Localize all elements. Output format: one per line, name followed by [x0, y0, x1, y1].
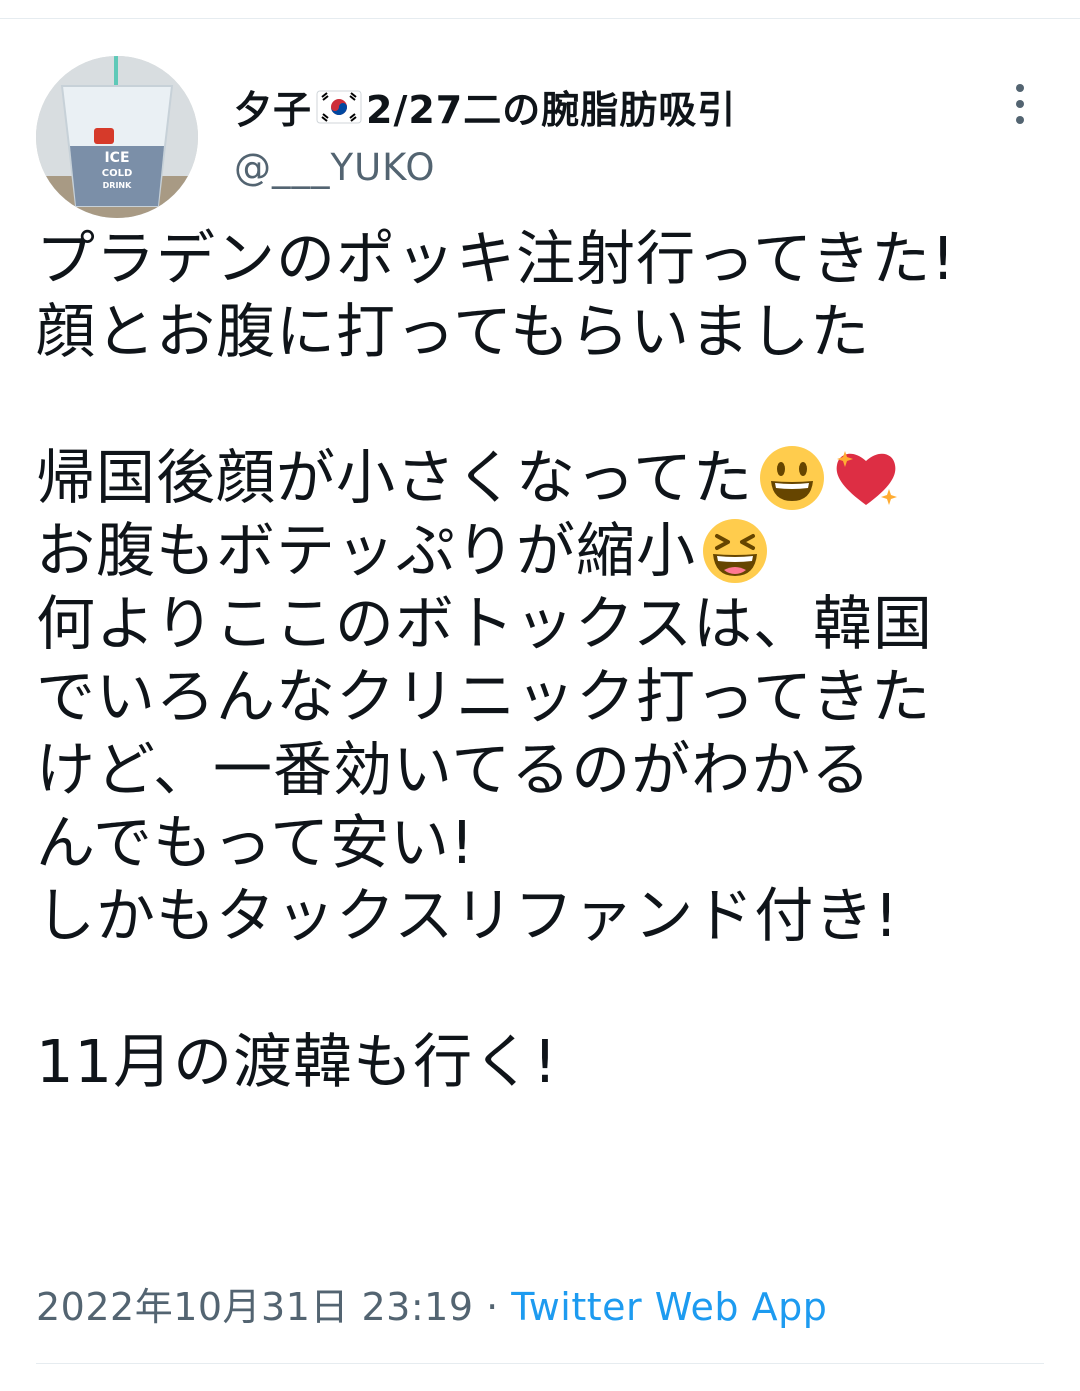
more-dot-icon — [1016, 100, 1024, 108]
display-name[interactable]: 夕子 2/27二の腕脂肪吸引 — [234, 80, 736, 132]
avatar-text-cold: COLD — [102, 168, 133, 179]
tweet-line: 顔とお腹に打ってもらいました — [36, 297, 871, 366]
laughing-face-emoji — [700, 516, 770, 586]
tweet-line: 11月の渡韓も行く! — [36, 1027, 558, 1096]
tweet-line: しかもタックスリファンド付き! — [36, 881, 899, 950]
tweet-line-with-emoji: お腹もボテッぷりが縮小 — [36, 514, 1056, 587]
tweet-line-text: 帰国後顔が小さくなってた — [36, 443, 754, 512]
bottom-divider — [36, 1363, 1044, 1364]
tweet-line: んでもって安い! — [36, 808, 475, 877]
south-korea-flag-icon — [316, 89, 362, 124]
avatar[interactable]: ICE COLD DRINK — [36, 56, 198, 218]
avatar-cup-image: ICE COLD DRINK — [36, 56, 198, 218]
top-divider — [0, 18, 1080, 19]
tweet-line: けど、一番効いてるのがわかる — [36, 735, 872, 804]
more-dot-icon — [1016, 116, 1024, 124]
sparkling-heart-emoji — [831, 443, 901, 513]
tweet-line: でいろんなクリニック打ってきた — [36, 662, 932, 731]
avatar-text-ice: ICE — [104, 150, 129, 166]
display-name-prefix: 夕子 — [234, 87, 313, 132]
more-dot-icon — [1016, 84, 1024, 92]
tweet-line: プラデンのポッキ注射行ってきた! — [36, 224, 956, 293]
grinning-face-emoji — [757, 443, 827, 513]
tweet-timestamp[interactable]: 2022年10月31日 23:19 — [36, 1285, 474, 1329]
tweet-line: 何よりここのボトックスは、韓国 — [36, 589, 934, 658]
user-handle[interactable]: @___YUKO — [234, 146, 436, 189]
meta-separator: · — [473, 1285, 512, 1329]
tweet-line-with-emoji: 帰国後顔が小さくなってた — [36, 441, 1056, 514]
tweet-line-text: お腹もボテッぷりが縮小 — [36, 516, 697, 585]
avatar-text-drink: DRINK — [103, 181, 132, 190]
more-options-button[interactable] — [1000, 78, 1040, 130]
tweet-text: プラデンのポッキ注射行ってきた! 顔とお腹に打ってもらいました 帰国後顔が小さく… — [36, 222, 1056, 1098]
tweet-source-link[interactable]: Twitter Web App — [511, 1285, 827, 1329]
tweet-metadata: 2022年10月31日 23:19 · Twitter Web App — [36, 1276, 827, 1331]
display-name-suffix: 2/27二の腕脂肪吸引 — [366, 87, 737, 132]
